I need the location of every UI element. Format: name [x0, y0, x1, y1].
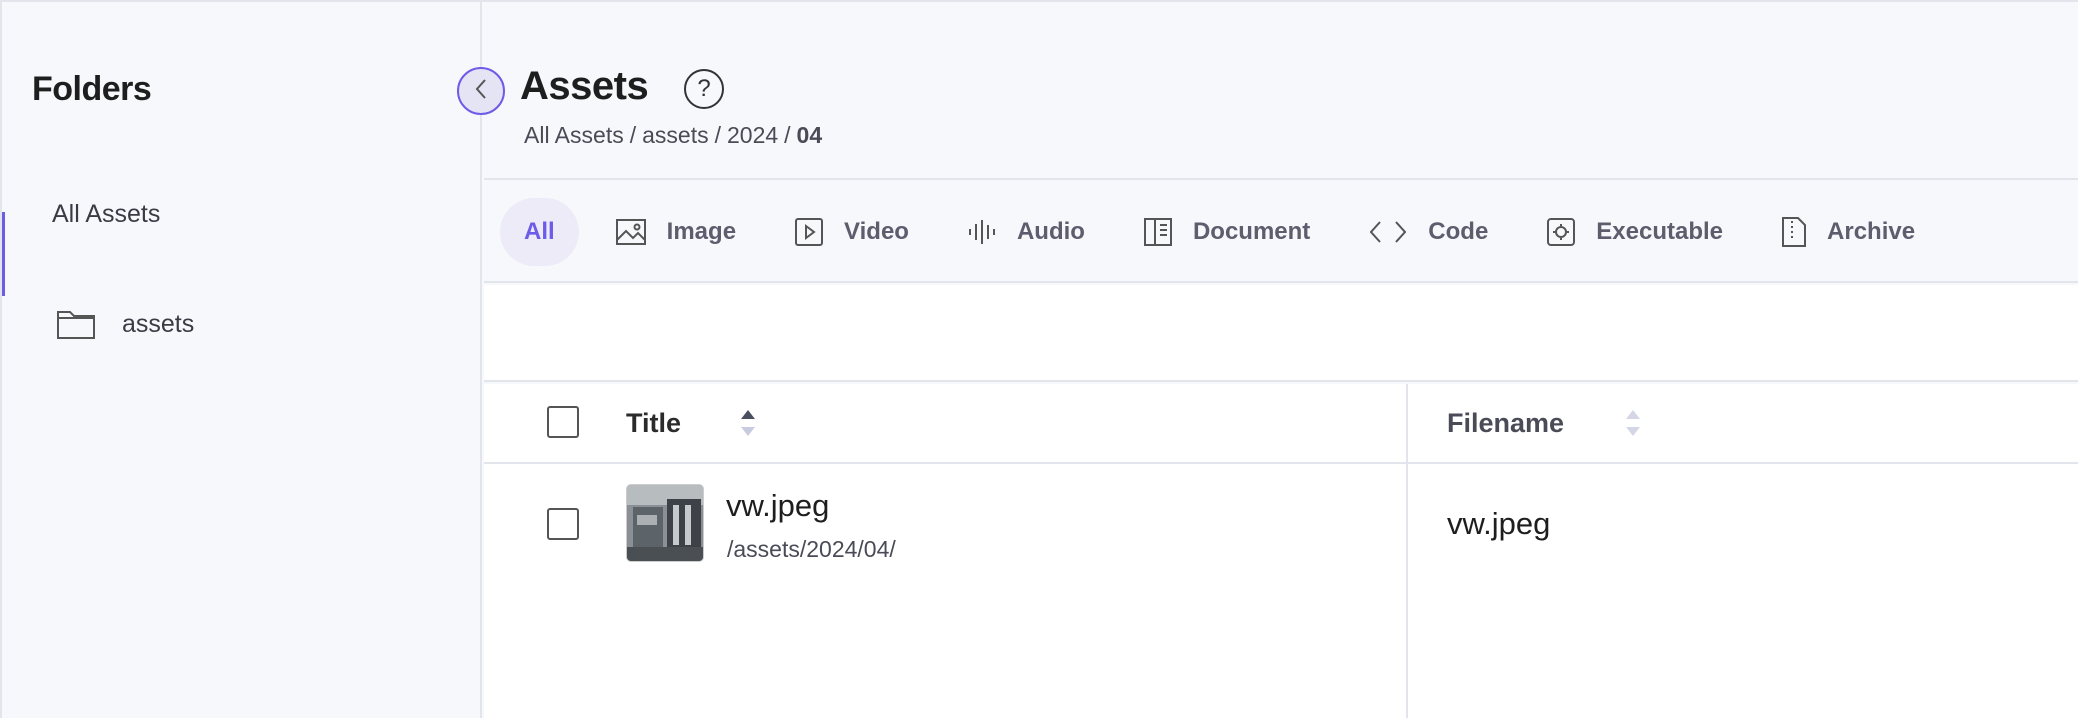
breadcrumb-separator: /	[629, 122, 637, 148]
tab-video[interactable]: Video	[770, 198, 933, 266]
audio-icon	[967, 218, 997, 246]
tab-label: Audio	[1016, 217, 1085, 245]
sidebar-title: Folders	[32, 70, 152, 108]
video-icon	[794, 217, 824, 247]
folder-icon	[56, 308, 96, 340]
breadcrumb-item[interactable]: 2024	[727, 122, 778, 149]
select-all-checkbox[interactable]	[547, 406, 579, 438]
code-icon	[1368, 219, 1408, 245]
active-indicator	[2, 212, 5, 296]
tab-all[interactable]: All	[500, 197, 579, 266]
image-icon	[615, 218, 647, 246]
asset-filename: vw.jpeg	[1447, 506, 1551, 541]
breadcrumb-item[interactable]: assets	[642, 122, 708, 149]
archive-icon	[1781, 216, 1807, 248]
column-title-header[interactable]: Title	[626, 408, 681, 439]
breadcrumb-separator: /	[714, 122, 721, 148]
asset-title[interactable]: vw.jpeg	[726, 488, 829, 524]
breadcrumb-item[interactable]: All Assets	[524, 122, 624, 149]
tab-label: Code	[1428, 217, 1489, 245]
tab-label: Image	[666, 217, 737, 245]
toolbar-area	[484, 285, 2078, 382]
folders-sidebar: Folders All Assets assets	[2, 2, 482, 718]
help-icon[interactable]: ?	[684, 69, 724, 109]
tab-label: Document	[1192, 217, 1311, 245]
sidebar-item-label: assets	[122, 309, 195, 338]
assets-table: Title Filename vw.jpeg /assets/2024/04/ …	[484, 384, 2078, 718]
breadcrumb: All Assets / assets / 2024 / 04	[524, 122, 822, 149]
chevron-left-icon	[473, 77, 489, 106]
document-icon	[1143, 217, 1173, 247]
table-header: Title Filename	[484, 384, 2078, 464]
collapse-sidebar-button[interactable]	[457, 67, 505, 115]
tab-audio[interactable]: Audio	[943, 198, 1109, 266]
row-checkbox[interactable]	[547, 508, 579, 540]
breadcrumb-current: 04	[796, 122, 823, 148]
sort-icon[interactable]	[1624, 408, 1642, 438]
app-window: Folders All Assets assets Assets ? All A…	[0, 0, 2078, 718]
image-thumbnail[interactable]	[626, 484, 704, 562]
tab-label: Video	[844, 217, 909, 245]
tab-document[interactable]: Document	[1119, 198, 1334, 266]
table-row[interactable]: vw.jpeg /assets/2024/04/ vw.jpeg	[484, 466, 2078, 586]
executable-icon	[1546, 217, 1576, 247]
tab-image[interactable]: Image	[591, 198, 760, 266]
page-title: Assets	[520, 64, 649, 108]
asset-type-tabs: All Image Video Audio Document Code Exec…	[484, 182, 2078, 283]
page-header: Assets ? All Assets / assets / 2024 / 04	[484, 2, 2078, 180]
sidebar-item-assets[interactable]: assets	[56, 308, 194, 340]
sort-ascending-icon[interactable]	[739, 408, 757, 438]
tab-label: Archive	[1827, 217, 1916, 245]
tab-code[interactable]: Code	[1344, 198, 1512, 266]
column-filename-header[interactable]: Filename	[1447, 408, 1564, 439]
breadcrumb-separator: /	[784, 122, 791, 148]
asset-path: /assets/2024/04/	[727, 536, 896, 562]
tab-label: Executable	[1596, 217, 1724, 245]
tab-executable[interactable]: Executable	[1522, 198, 1747, 266]
tab-archive[interactable]: Archive	[1757, 198, 1939, 266]
sidebar-item-all-assets[interactable]: All Assets	[52, 200, 160, 229]
